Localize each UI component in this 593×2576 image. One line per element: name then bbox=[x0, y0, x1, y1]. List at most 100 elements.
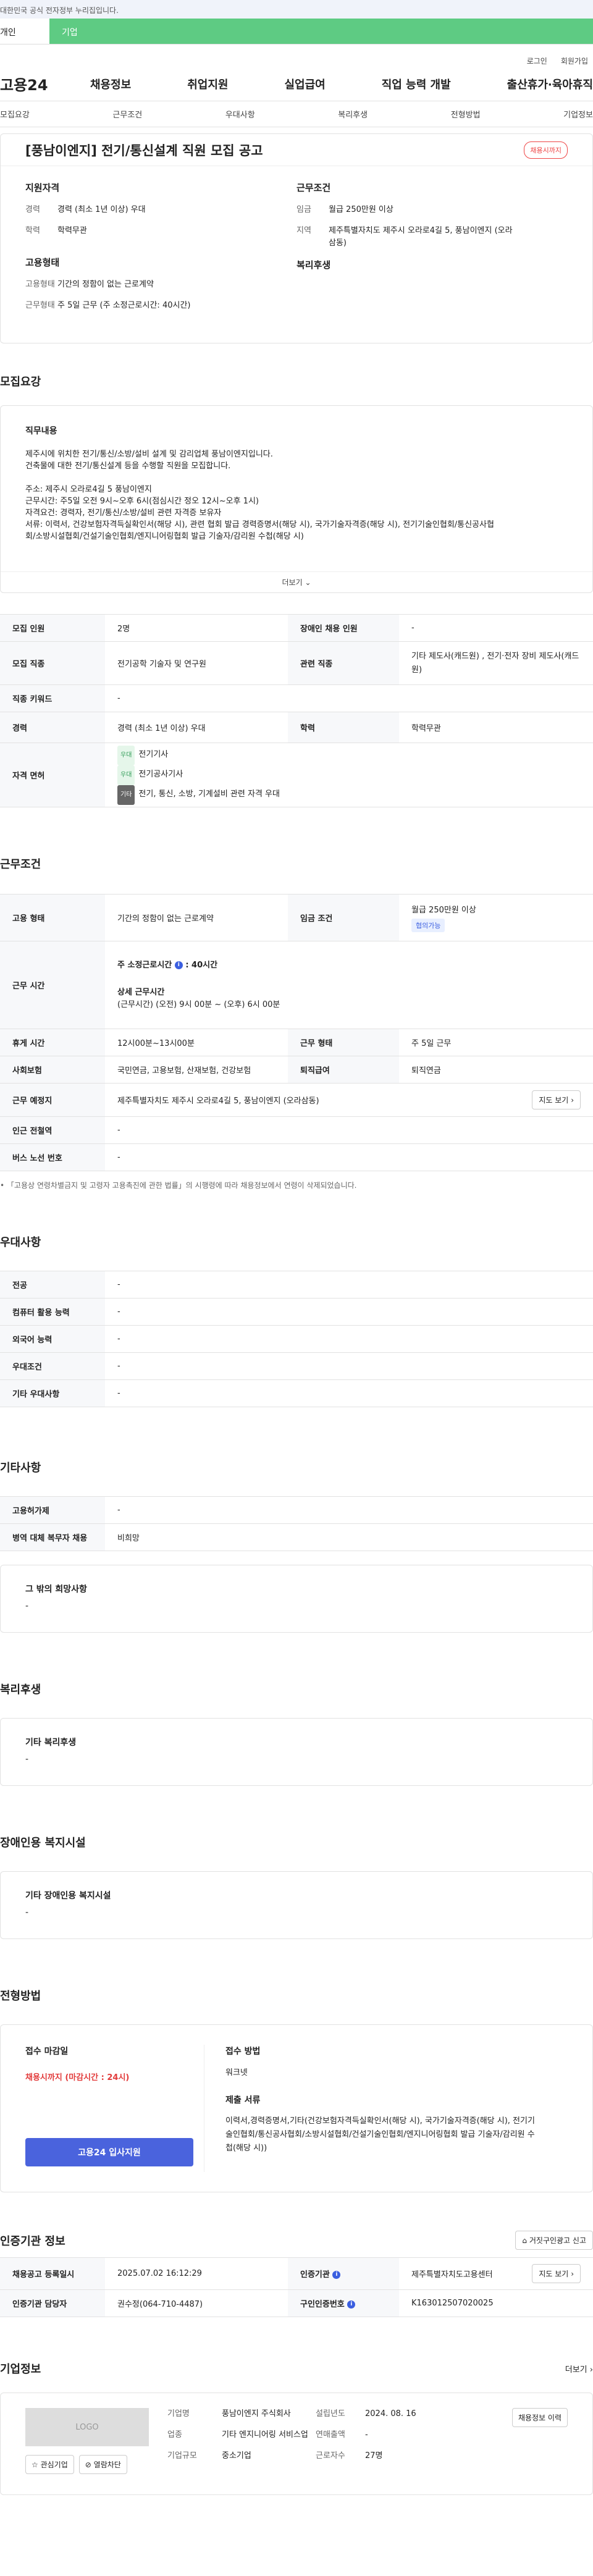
value: 퇴직연금 bbox=[399, 1056, 593, 1084]
job-detail-card: 직무내용 제주시에 위치한 전기/통신/소방/설비 설계 및 감리업체 풍남이엔… bbox=[0, 405, 593, 593]
selection-card: 접수 마감일 채용시까지 (마감시간 : 24시) 고용24 입사지원 접수 방… bbox=[0, 2024, 593, 2192]
value: - bbox=[365, 2430, 368, 2439]
value: - bbox=[105, 1143, 593, 1171]
map-button[interactable]: 지도 보기 › bbox=[532, 2264, 581, 2283]
anchor-company[interactable]: 기업정보 bbox=[563, 108, 593, 120]
anchor-preference[interactable]: 우대사항 bbox=[225, 108, 255, 120]
preference-table: 전공 - 컴퓨터 활용 능력 - 외국어 능력 - 우대조건 - 기타 우대사항 - bbox=[0, 1271, 593, 1407]
wage-cell: 월급 250만원 이상 협의가능 bbox=[399, 894, 593, 941]
company-hire-col: 채용정보 이력 bbox=[427, 2408, 568, 2480]
value: 제주특별자치도 제주시 오라로4길 5, 풍남이엔지 (오라삼동) bbox=[117, 1096, 319, 1106]
license-name: 전기, 통신, 소방, 기계설비 관련 자격 우대 bbox=[138, 789, 280, 799]
job-title: [풍남이엔지] 전기/통신설계 직원 모집 공고 bbox=[25, 143, 263, 158]
block-button[interactable]: ⊘ 열람차단 bbox=[78, 2455, 127, 2474]
company-more-link[interactable]: 더보기 › bbox=[565, 2363, 593, 2375]
gnb-training[interactable]: 직업 능력 개발 bbox=[382, 76, 451, 92]
cond-heading: 근무조건 bbox=[296, 182, 331, 193]
hire-history-button[interactable]: 채용정보 이력 bbox=[511, 2408, 568, 2427]
negotiable-chip: 협의가능 bbox=[411, 919, 445, 932]
map-button[interactable]: 지도 보기 › bbox=[532, 1090, 581, 1109]
site-logo[interactable]: 고용24 bbox=[0, 73, 79, 95]
value: 경력 (최소 1년 이상) 우대 bbox=[105, 712, 288, 743]
license-item: 우대 전기공사기사 bbox=[117, 765, 593, 785]
summary-right: 근무조건 임금 월급 250만원 이상 지역 제주특별자치도 제주시 오라로4길 5… bbox=[296, 181, 568, 321]
report-button[interactable]: ⌂ 거짓구인광고 신고 bbox=[515, 2231, 593, 2250]
info-icon[interactable]: i bbox=[347, 2300, 356, 2309]
value: - bbox=[105, 1352, 593, 1380]
table-row: 컴퓨터 활용 능력 - bbox=[0, 1298, 593, 1326]
tab-personal[interactable]: 개인 bbox=[0, 19, 49, 44]
table-row: 모집 직종 전기공학 기술자 및 연구원 관련 직종 기타 제도사(캐드원) ,… bbox=[0, 641, 593, 685]
company-logo: LOGO bbox=[25, 2408, 149, 2446]
table-row: 휴게 시간 12시00분~13시00분 근무 형태 주 5일 근무 bbox=[0, 1029, 593, 1056]
value: 기타 엔지니어링 서비스업 bbox=[222, 2430, 308, 2439]
label: 연매출액 bbox=[316, 2430, 345, 2439]
recruit-table: 모집 인원 2명 장애인 채용 인원 - 모집 직종 전기공학 기술자 및 연구… bbox=[0, 614, 593, 807]
anchor-conditions[interactable]: 근무조건 bbox=[112, 108, 142, 120]
value: 2024. 08. 16 bbox=[365, 2409, 416, 2418]
company-heading: 기업정보 bbox=[0, 2363, 41, 2376]
cert-header: 인증기관 정보 ⌂ 거짓구인광고 신고 bbox=[0, 2231, 593, 2250]
table-row: 고용허가제 - bbox=[0, 1496, 593, 1524]
table-row: 자격 면허 우대 전기기사 우대 전기공사기사 기타 전기, 통신, 소방, 기계설비… bbox=[0, 743, 593, 807]
label: 관련 직종 bbox=[288, 641, 399, 685]
hours-detail-value: (근무시간) (오전) 9시 00분 ~ (오후) 6시 00분 bbox=[117, 1000, 280, 1009]
label: 경력 bbox=[0, 712, 105, 743]
value: 제주특별자치도 제주시 오라로4길 5, 풍남이엔지 (오라삼동) bbox=[329, 226, 513, 248]
block-label: 열람차단 bbox=[93, 2460, 121, 2469]
label: 기업명 bbox=[167, 2409, 190, 2418]
value: 주 5일 근무 bbox=[399, 1029, 593, 1056]
summary-left: 지원자격 경력 경력 (최소 1년 이상) 우대 학력 학력무관 고용형태 고용형태… bbox=[25, 181, 296, 321]
signup-link[interactable]: 회원가입 bbox=[561, 56, 588, 67]
gnb-leave[interactable]: 출산휴가·육아휴직 bbox=[507, 76, 593, 92]
anchor-welfare[interactable]: 복리후생 bbox=[338, 108, 368, 120]
preference-heading: 우대사항 bbox=[0, 1236, 41, 1249]
label: 설립년도 bbox=[316, 2409, 345, 2418]
anchor-selection[interactable]: 전형방법 bbox=[451, 108, 481, 120]
label: 외국어 능력 bbox=[0, 1325, 105, 1353]
docs-value: 이력서,경력증명서,기타(건강보험자격득실확인서(해당 시), 국가기술자격증(… bbox=[225, 2116, 535, 2153]
label: 근무 형태 bbox=[288, 1029, 399, 1056]
license-tag: 우대 bbox=[117, 765, 135, 785]
label: 휴게 시간 bbox=[0, 1029, 105, 1056]
value: 중소기업 bbox=[222, 2451, 251, 2460]
hours-main-value: : 40시간 bbox=[185, 960, 218, 970]
label: 고용 형태 bbox=[0, 894, 105, 941]
job-detail: 직무내용 제주시에 위치한 전기/통신/소방/설비 설계 및 감리업체 풍남이엔… bbox=[1, 406, 592, 571]
license-tag: 기타 bbox=[117, 785, 135, 805]
info-icon[interactable]: i bbox=[332, 2271, 341, 2279]
value: 기간의 정함이 없는 근로계약 bbox=[57, 280, 154, 289]
value: 기간의 정함이 없는 근로계약 bbox=[105, 894, 288, 941]
table-row: 인증기관 담당자 권수정(064-710-4487) 구인인증번호 i K163… bbox=[0, 2289, 593, 2317]
value: 월급 250만원 이상 bbox=[411, 906, 476, 915]
label: 근무형태 bbox=[25, 301, 55, 310]
value: - bbox=[105, 684, 593, 712]
selection-heading: 전형방법 bbox=[0, 1990, 41, 2003]
label: 채용공고 등록일시 bbox=[0, 2257, 105, 2290]
login-link[interactable]: 로그인 bbox=[527, 56, 547, 67]
apply-button[interactable]: 고용24 입사지원 bbox=[25, 2138, 193, 2166]
gnb-jobs[interactable]: 채용정보 bbox=[90, 76, 131, 92]
hours-cell: 주 소정근로시간 i : 40시간 상세 근무시간 (근무시간) (오전) 9시… bbox=[105, 941, 593, 1029]
label: 자격 면허 bbox=[0, 743, 105, 807]
gnb-unemployment[interactable]: 실업급여 bbox=[285, 76, 326, 92]
favorite-button[interactable]: ☆ 관심기업 bbox=[25, 2455, 74, 2474]
recruit-heading: 모집요강 bbox=[0, 376, 41, 389]
anchor-recruit[interactable]: 모집요강 bbox=[0, 108, 30, 120]
detail-line: 주소: 제주시 오라로4길 5 풍남이엔지 bbox=[25, 485, 152, 494]
summary-row: 고용형태 기간의 정함이 없는 근로계약 bbox=[25, 279, 296, 291]
block-icon: ⊘ bbox=[85, 2460, 91, 2469]
cert-org-cell: 제주특별자치도고용센터 지도 보기 › bbox=[399, 2257, 593, 2290]
table-row: 경력 경력 (최소 1년 이상) 우대 학력 학력무관 bbox=[0, 712, 593, 743]
value: - bbox=[105, 1496, 593, 1524]
detail-line: 서류: 이력서, 건강보험자격득실확인서(해당 시), 관련 협회 발급 경력증… bbox=[25, 520, 494, 529]
gnb-employment-support[interactable]: 취업지원 bbox=[187, 76, 228, 92]
more-button[interactable]: 더보기 ⌄ bbox=[1, 571, 592, 592]
table-row: 우대조건 - bbox=[0, 1352, 593, 1380]
tab-business[interactable]: 기업 bbox=[49, 19, 593, 44]
license-item: 기타 전기, 통신, 소방, 기계설비 관련 자격 우대 bbox=[117, 785, 593, 805]
info-icon[interactable]: i bbox=[174, 961, 183, 969]
value: 2명 bbox=[105, 614, 288, 642]
license-name: 전기기사 bbox=[138, 749, 169, 759]
summary-row: 임금 월급 250만원 이상 bbox=[296, 204, 568, 216]
